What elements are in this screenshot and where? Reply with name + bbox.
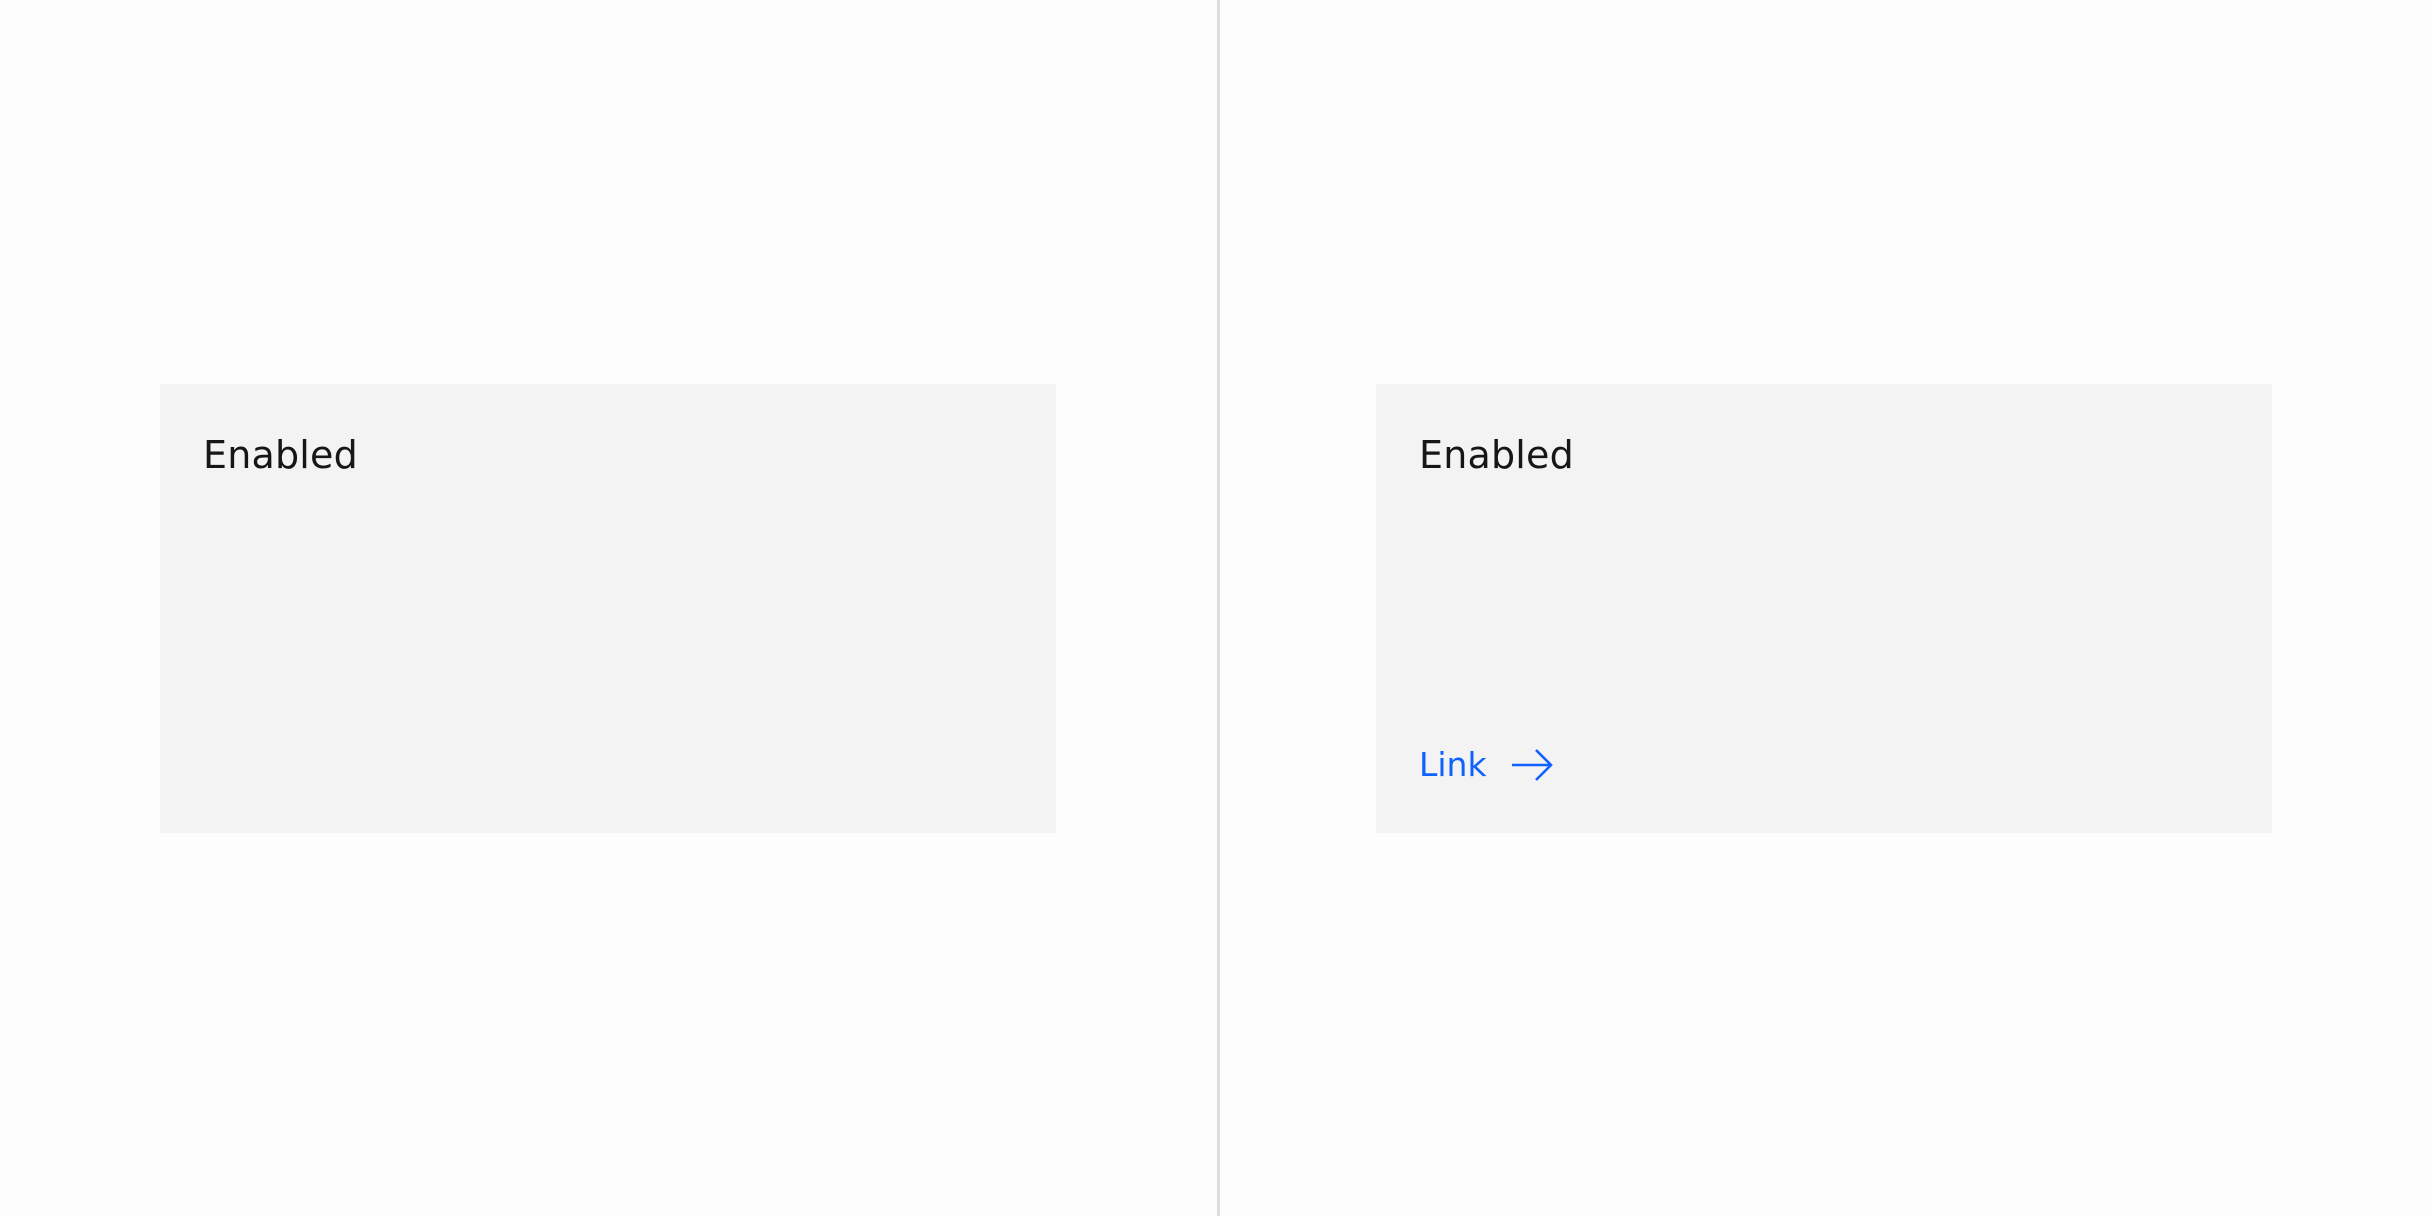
canvas: Enabled Enabled Link [0, 0, 2432, 1216]
tile-title: Enabled [203, 433, 358, 477]
tile-link[interactable]: Link [1419, 748, 1555, 781]
tile-enabled[interactable]: Enabled [160, 384, 1056, 833]
tile-enabled-with-link: Enabled Link [1376, 384, 2272, 833]
arrow-right-icon [1511, 748, 1555, 781]
tile-title: Enabled [1419, 433, 1574, 477]
link-label: Link [1419, 745, 1487, 784]
divider [1217, 0, 1220, 1216]
